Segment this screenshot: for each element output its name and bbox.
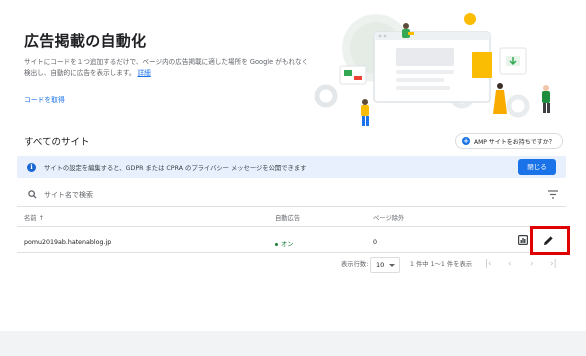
site-name-cell: pomu2019ab.hatenablog.jp: [24, 239, 112, 246]
page-footer: [0, 331, 586, 356]
search-input[interactable]: サイト名で検索: [44, 190, 93, 200]
description-text: サイトにコードを１つ追加するだけで、ページ内の広告掲載に適した場所を Googl…: [24, 58, 309, 77]
amp-site-button[interactable]: + AMP サイトをお持ちですか？: [455, 133, 563, 149]
get-code-link[interactable]: コードを取得: [24, 94, 65, 104]
filter-icon[interactable]: [548, 190, 558, 199]
rows-per-page-select[interactable]: 10: [370, 257, 400, 273]
report-icon[interactable]: [518, 235, 528, 245]
column-header-page-exclusions: ページ除外: [373, 215, 405, 222]
pagination-range: 1 件中 1～1 件を表示: [410, 261, 473, 268]
banner-message: サイトの設定を編集すると、GDPR または CPRA のプライバシー メッセージ…: [44, 164, 307, 172]
section-title-all-sites: すべてのサイト: [24, 137, 90, 148]
edit-pencil-icon[interactable]: [543, 235, 554, 246]
last-page-icon[interactable]: ›|: [550, 259, 557, 269]
previous-page-icon[interactable]: ‹: [508, 259, 512, 269]
amp-button-label: AMP サイトをお持ちですか？: [474, 138, 555, 146]
auto-ads-status-cell: オン: [275, 239, 294, 248]
status-dot-icon: [275, 242, 278, 246]
next-page-icon[interactable]: ›: [530, 259, 534, 269]
info-banner: i サイトの設定を編集すると、GDPR または CPRA のプライバシー メッセ…: [17, 156, 566, 178]
plus-icon: +: [462, 137, 470, 145]
column-header-name[interactable]: 名前 ↑: [24, 213, 44, 222]
page-description: サイトにコードを１つ追加するだけで、ページ内の広告掲載に適した場所を Googl…: [24, 57, 314, 79]
details-link[interactable]: 詳細: [138, 69, 151, 77]
rows-per-page-value: 10: [376, 261, 385, 269]
rows-per-page-label: 表示行数:: [341, 261, 369, 268]
info-icon: i: [27, 162, 36, 172]
column-header-auto-ads: 自動広告: [275, 215, 301, 222]
first-page-icon[interactable]: |‹: [485, 259, 492, 269]
search-bar[interactable]: サイト名で検索: [17, 183, 566, 207]
page-title: 広告掲載の自動化: [24, 32, 147, 50]
close-banner-button[interactable]: 閉じる: [518, 159, 556, 175]
auto-ads-status: オン: [281, 241, 294, 248]
auto-ads-illustration: [314, 13, 550, 126]
page-exclusions-cell: 0: [373, 239, 378, 246]
chevron-down-icon: [389, 264, 395, 267]
search-icon: [28, 190, 37, 199]
